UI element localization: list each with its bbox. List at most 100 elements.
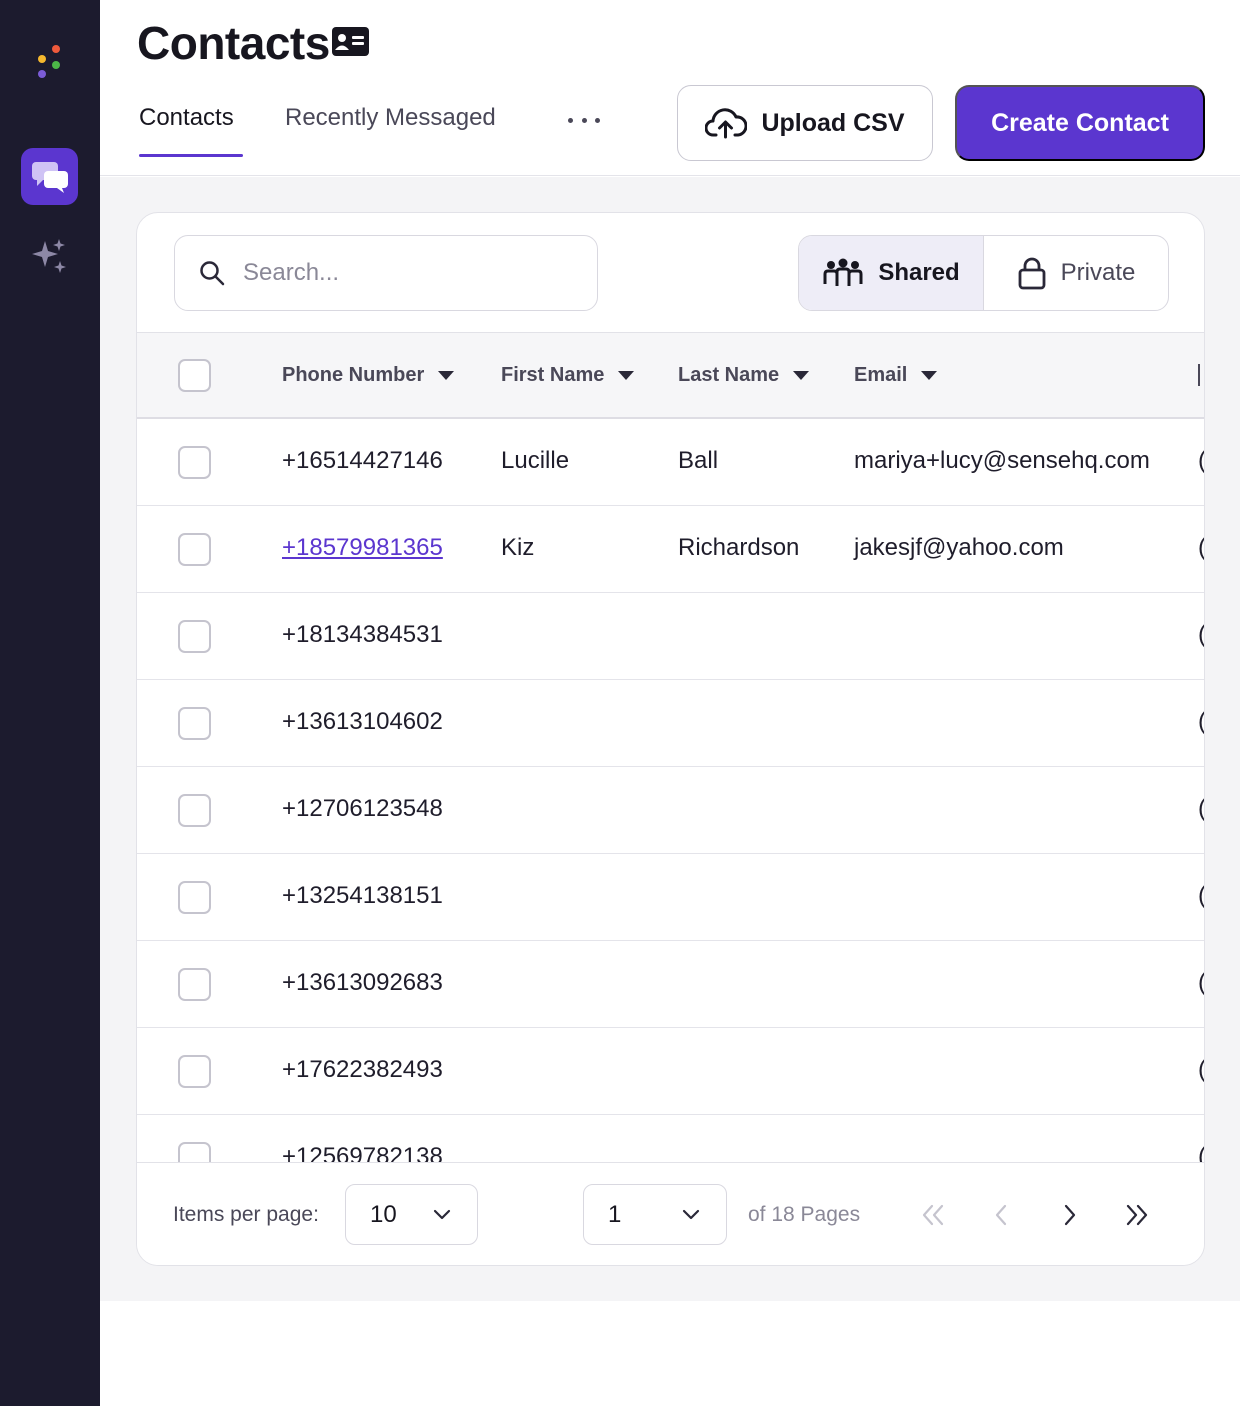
table-row[interactable]: +18134384531 ( (137, 593, 1204, 680)
visibility-toggle: Shared Private (798, 235, 1169, 311)
private-option[interactable]: Private (984, 236, 1168, 310)
chat-bubbles-icon (31, 161, 68, 193)
row-checkbox[interactable] (178, 707, 211, 740)
previous-page-button[interactable] (983, 1197, 1019, 1233)
first-name-cell: Lucille (501, 447, 570, 474)
last-name-cell: Richardson (678, 534, 800, 561)
page-select[interactable]: 1 (583, 1184, 727, 1245)
upload-csv-button[interactable]: Upload CSV (677, 85, 933, 161)
phone-cell: +12706123548 (282, 795, 443, 822)
create-contact-button[interactable]: Create Contact (955, 85, 1205, 161)
page-title: Contacts (137, 17, 330, 69)
search-icon (200, 261, 225, 286)
select-all-checkbox[interactable] (178, 359, 211, 392)
sidebar-item-ai[interactable] (30, 236, 70, 276)
double-chevron-right-icon (1126, 1204, 1148, 1226)
last-page-button[interactable] (1119, 1197, 1155, 1233)
double-chevron-left-icon (922, 1204, 944, 1226)
first-name-cell: Kiz (501, 534, 535, 561)
clipped-cell: ( (1198, 1056, 1204, 1084)
table-row[interactable]: +18579981365 Kiz Richardson jakesjf@yaho… (137, 506, 1204, 593)
email-cell: mariya+lucy@sensehq.com (854, 447, 1150, 474)
phone-cell-link[interactable]: +18579981365 (282, 534, 443, 562)
row-checkbox[interactable] (178, 968, 211, 1001)
search-input[interactable] (243, 259, 563, 287)
last-name-cell: Ball (678, 447, 719, 474)
row-checkbox[interactable] (178, 533, 211, 566)
sort-caret-icon[interactable] (793, 371, 810, 380)
sort-caret-icon[interactable] (618, 371, 635, 380)
logo-dot (38, 55, 46, 63)
column-header-first-name[interactable]: First Name (501, 364, 635, 387)
phone-cell: +13613104602 (282, 708, 443, 735)
column-header-last-name[interactable]: Last Name (678, 364, 810, 387)
chevron-right-icon (1064, 1204, 1076, 1226)
tab-recently-messaged[interactable]: Recently Messaged (285, 104, 496, 132)
table-row[interactable]: +12706123548 ( (137, 767, 1204, 854)
phone-cell: +13254138151 (282, 882, 443, 909)
shared-option[interactable]: Shared (799, 236, 984, 310)
private-label: Private (1060, 259, 1136, 286)
items-per-page-value: 10 (370, 1200, 397, 1228)
sidebar (0, 0, 100, 1406)
sparkle-icon (32, 239, 66, 273)
column-header-partial (1198, 364, 1203, 386)
clipped-cell: ( (1198, 882, 1204, 910)
shared-label: Shared (878, 259, 960, 286)
clipped-cell: ( (1198, 969, 1204, 997)
table-row[interactable]: +13613092683 ( (137, 941, 1204, 1028)
pagination-bar: Items per page: 10 1 of 18 Pages (137, 1162, 1204, 1265)
clipped-cell: ( (1198, 534, 1204, 562)
column-header-email[interactable]: Email (854, 364, 938, 387)
search-box[interactable] (174, 235, 598, 311)
phone-cell: +18134384531 (282, 621, 443, 648)
total-pages-label: of 18 Pages (748, 1203, 861, 1226)
active-tab-indicator (139, 154, 243, 157)
upload-csv-label: Upload CSV (761, 108, 905, 137)
table-row[interactable]: +13254138151 ( (137, 854, 1204, 941)
current-page-value: 1 (608, 1200, 622, 1228)
more-horizontal-icon[interactable] (568, 110, 600, 130)
row-checkbox[interactable] (178, 794, 211, 827)
table-header: Phone Number First Name Last Name Email (137, 332, 1204, 419)
row-checkbox[interactable] (178, 881, 211, 914)
logo-dot (38, 70, 46, 78)
chevron-down-icon (433, 1209, 451, 1220)
next-page-button[interactable] (1052, 1197, 1088, 1233)
page-bottom (100, 1301, 1240, 1406)
logo-dot (52, 61, 60, 69)
phone-cell: +13613092683 (282, 969, 443, 996)
table-row[interactable]: +13613104602 ( (137, 680, 1204, 767)
phone-cell: +12569782138 (282, 1143, 443, 1162)
lock-icon (1018, 257, 1046, 290)
table-row[interactable]: +17622382493 ( (137, 1028, 1204, 1115)
column-header-phone[interactable]: Phone Number (282, 364, 455, 387)
row-checkbox[interactable] (178, 620, 211, 653)
contact-card-icon (332, 27, 369, 56)
row-checkbox[interactable] (178, 1055, 211, 1088)
clipped-cell: ( (1198, 1143, 1204, 1162)
logo-dot (52, 45, 60, 53)
page-header: Contacts Contacts Recently Messaged Uplo… (100, 0, 1240, 176)
contacts-card: Shared Private Phone Number First Name L… (136, 212, 1205, 1266)
table-row[interactable]: +16514427146 Lucille Ball mariya+lucy@se… (137, 419, 1204, 506)
first-page-button[interactable] (915, 1197, 951, 1233)
sort-caret-icon[interactable] (438, 371, 455, 380)
column-header-label: Phone Number (282, 364, 425, 386)
column-header-label: Email (854, 364, 908, 386)
table-body: +16514427146 Lucille Ball mariya+lucy@se… (137, 419, 1204, 1162)
clipped-cell: ( (1198, 795, 1204, 823)
sidebar-item-conversations[interactable] (21, 148, 78, 205)
sort-caret-icon[interactable] (921, 371, 938, 380)
items-per-page-select[interactable]: 10 (345, 1184, 478, 1245)
chevron-left-icon (995, 1204, 1007, 1226)
group-icon (823, 258, 863, 286)
tab-contacts[interactable]: Contacts (139, 104, 234, 132)
phone-cell: +17622382493 (282, 1056, 443, 1083)
chevron-down-icon (682, 1209, 700, 1220)
row-checkbox[interactable] (178, 446, 211, 479)
table-row[interactable]: +12569782138 ( (137, 1115, 1204, 1162)
row-checkbox[interactable] (178, 1142, 211, 1162)
email-cell: jakesjf@yahoo.com (854, 534, 1064, 561)
app-logo[interactable] (34, 43, 64, 83)
